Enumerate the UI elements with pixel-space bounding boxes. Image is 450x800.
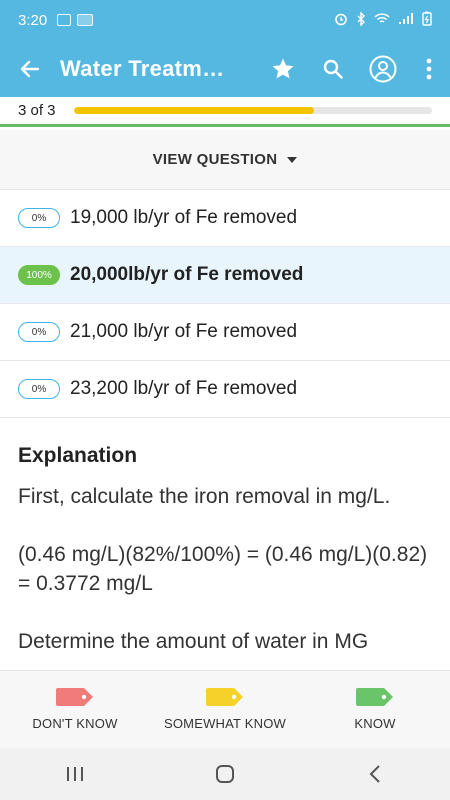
explanation-paragraph: (0.46 mg/L)(82%/100%) = (0.46 mg/L)(0.82… <box>18 543 428 595</box>
chevron-left-icon <box>369 765 380 783</box>
system-navigation-bar <box>0 748 450 800</box>
search-button[interactable] <box>308 40 358 97</box>
somewhat-know-label: SOMEWHAT KNOW <box>163 716 286 731</box>
answer-option-correct[interactable]: 100% 20,000lb/yr of Fe removed <box>0 247 450 304</box>
progress-bar <box>74 107 432 114</box>
favorite-button[interactable] <box>258 40 308 97</box>
explanation-heading: Explanation <box>18 444 138 467</box>
answer-text: 20,000lb/yr of Fe removed <box>70 264 304 285</box>
answer-percent-badge: 0% <box>18 379 60 399</box>
wifi-icon <box>374 12 390 28</box>
answer-text: 19,000 lb/yr of Fe removed <box>70 207 298 228</box>
answer-text: 23,200 lb/yr of Fe removed <box>70 378 298 399</box>
answer-option[interactable]: 0% 23,200 lb/yr of Fe removed <box>0 361 450 418</box>
answer-option[interactable]: 0% 19,000 lb/yr of Fe removed <box>0 190 450 247</box>
app-bar: Water Treatm… <box>0 40 450 97</box>
dont-know-button[interactable]: DON'T KNOW <box>0 671 150 748</box>
somewhat-know-button[interactable]: SOMEWHAT KNOW <box>150 671 300 748</box>
recent-apps-icon <box>67 767 83 781</box>
alarm-icon <box>334 12 348 29</box>
app-notification-icon <box>77 14 94 26</box>
dont-know-label: DON'T KNOW <box>32 716 118 731</box>
answer-option[interactable]: 0% 21,000 lb/yr of Fe removed <box>0 304 450 361</box>
gallery-notification-icon <box>57 14 72 26</box>
question-content[interactable]: VIEW QUESTION 0% 19,000 lb/yr of Fe remo… <box>0 130 450 670</box>
red-tag-icon <box>56 688 94 706</box>
answer-percent-badge: 100% <box>18 265 60 285</box>
know-label: KNOW <box>354 716 396 731</box>
answer-percent-badge: 0% <box>18 208 60 228</box>
home-button[interactable] <box>195 748 255 800</box>
progress-row: 3 of 3 <box>0 97 450 127</box>
search-icon <box>323 59 343 79</box>
know-button[interactable]: KNOW <box>300 671 450 748</box>
account-button[interactable] <box>358 40 408 97</box>
more-vertical-icon <box>426 58 432 79</box>
back-button[interactable] <box>0 40 60 97</box>
status-time: 3:20 <box>18 11 48 29</box>
system-back-button[interactable] <box>345 748 405 800</box>
caret-down-icon <box>287 156 298 163</box>
progress-label: 3 of 3 <box>18 102 56 119</box>
knowledge-rating-bar: DON'T KNOW SOMEWHAT KNOW KNOW <box>0 670 450 748</box>
recent-apps-button[interactable] <box>45 748 105 800</box>
home-icon <box>216 765 234 783</box>
answer-percent-badge: 0% <box>18 322 60 342</box>
cell-signal-icon <box>398 12 414 28</box>
more-options-button[interactable] <box>408 40 450 97</box>
green-tag-icon <box>356 688 394 706</box>
arrow-left-icon <box>20 60 40 77</box>
yellow-tag-icon <box>206 688 244 706</box>
explanation-section: Explanation First, calculate the iron re… <box>0 418 450 656</box>
explanation-paragraph: First, calculate the iron removal in mg/… <box>18 485 391 508</box>
account-circle-icon <box>369 55 397 82</box>
bluetooth-icon <box>356 10 366 29</box>
page-title: Water Treatm… <box>60 55 225 81</box>
progress-fill <box>74 107 314 114</box>
view-question-toggle[interactable]: VIEW QUESTION <box>0 130 450 190</box>
battery-icon <box>422 11 432 29</box>
view-question-label: VIEW QUESTION <box>152 151 278 168</box>
star-icon <box>272 58 294 78</box>
explanation-paragraph: Determine the amount of water in MG <box>18 630 369 653</box>
status-bar: 3:20 <box>0 0 450 40</box>
answer-text: 21,000 lb/yr of Fe removed <box>70 321 298 342</box>
